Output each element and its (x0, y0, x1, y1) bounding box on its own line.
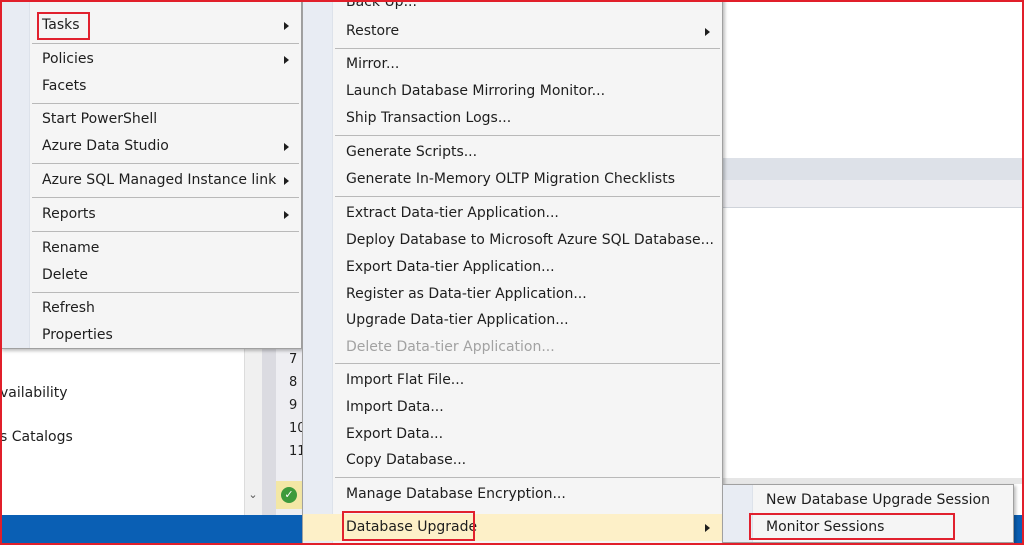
menu-item-label: Azure SQL Managed Instance link (42, 172, 277, 188)
menu-item-reports[interactable]: Reports (1, 201, 301, 228)
chevron-right-icon (705, 524, 710, 532)
context-menu: Tasks Policies Facets Start PowerShell A… (0, 0, 302, 349)
menu-item-restore[interactable]: Restore (303, 18, 722, 45)
menu-item-start-powershell[interactable]: Start PowerShell (1, 106, 301, 133)
chevron-right-icon (705, 28, 710, 36)
menu-item-label: Import Data... (346, 399, 444, 415)
toolbar-strip (722, 180, 1024, 208)
line-number: 7 (289, 352, 298, 367)
menu-item-policies[interactable]: Policies (1, 46, 301, 73)
explorer-item-availability[interactable]: vailability (0, 385, 68, 401)
menu-item-label: Register as Data-tier Application... (346, 286, 587, 302)
menu-item-label: Delete (42, 267, 88, 283)
menu-item-azure-sql-mi-link[interactable]: Azure SQL Managed Instance link (1, 167, 301, 194)
menu-item-label: Restore (346, 23, 400, 39)
menu-separator (32, 103, 299, 104)
menu-item-refresh[interactable]: Refresh (1, 295, 301, 322)
results-area (722, 0, 1024, 158)
menu-item-label: Export Data-tier Application... (346, 259, 555, 275)
chevron-down-icon[interactable]: ⌄ (246, 488, 260, 502)
menu-item-label: New Database Upgrade Session (766, 492, 990, 508)
menu-item-label: Import Flat File... (346, 372, 465, 388)
menu-item-label: Refresh (42, 300, 95, 316)
menu-item-label: Reports (42, 206, 96, 222)
editor-margin (262, 348, 276, 515)
menu-item-launch-mirroring-monitor[interactable]: Launch Database Mirroring Monitor... (303, 78, 722, 105)
menu-separator (335, 196, 720, 197)
menu-item-azure-data-studio[interactable]: Azure Data Studio (1, 133, 301, 160)
menu-item-delete[interactable]: Delete (1, 262, 301, 289)
chevron-right-icon (284, 22, 289, 30)
menu-separator (32, 292, 299, 293)
menu-separator (32, 231, 299, 232)
chevron-right-icon (284, 177, 289, 185)
menu-item-ship-transaction-logs[interactable]: Ship Transaction Logs... (303, 105, 722, 132)
menu-item-label: Rename (42, 240, 100, 256)
tab-strip (722, 158, 1024, 180)
menu-item-new-upgrade-session[interactable]: New Database Upgrade Session (723, 487, 1013, 514)
menu-item-export-data[interactable]: Export Data... (303, 421, 722, 448)
chevron-right-icon (284, 143, 289, 151)
menu-item-label: Extract Data-tier Application... (346, 205, 559, 221)
object-explorer[interactable]: vailability s Catalogs (0, 348, 262, 515)
highlight-box-tasks (37, 12, 90, 40)
check-icon: ✓ (281, 487, 297, 503)
menu-separator (32, 43, 299, 44)
menu-item-copy-database[interactable]: Copy Database... (303, 447, 722, 474)
menu-item-export-dac[interactable]: Export Data-tier Application... (303, 254, 722, 281)
menu-item-label: Generate In-Memory OLTP Migration Checkl… (346, 171, 675, 187)
menu-item-label: Export Data... (346, 426, 444, 442)
query-editor-pane[interactable] (722, 208, 1024, 478)
menu-item-label: Back Up... (346, 0, 417, 10)
menu-item-label: Facets (42, 78, 87, 94)
menu-item-label: Launch Database Mirroring Monitor... (346, 83, 606, 99)
menu-item-label: Delete Data-tier Application... (346, 339, 555, 355)
menu-item-manage-encryption[interactable]: Manage Database Encryption... (303, 481, 722, 508)
tasks-submenu: Back Up... Restore Mirror... Launch Data… (302, 0, 723, 545)
menu-separator (335, 48, 720, 49)
menu-item-label: Azure Data Studio (42, 138, 169, 154)
menu-item-label: Copy Database... (346, 452, 467, 468)
menu-item-label: Start PowerShell (42, 111, 158, 127)
menu-item-delete-dac: Delete Data-tier Application... (303, 334, 722, 361)
menu-item-back-up[interactable]: Back Up... (303, 0, 722, 16)
menu-separator (32, 163, 299, 164)
menu-item-deploy-to-azure[interactable]: Deploy Database to Microsoft Azure SQL D… (303, 227, 722, 254)
chevron-right-icon (284, 56, 289, 64)
menu-item-extract-dac[interactable]: Extract Data-tier Application... (303, 200, 722, 227)
menu-item-properties[interactable]: Properties (1, 322, 301, 349)
highlight-box-database-upgrade (342, 511, 475, 541)
menu-item-oltp-checklists[interactable]: Generate In-Memory OLTP Migration Checkl… (303, 166, 722, 193)
menu-item-label: Generate Scripts... (346, 144, 478, 160)
menu-item-generate-scripts[interactable]: Generate Scripts... (303, 139, 722, 166)
chevron-right-icon (284, 211, 289, 219)
menu-item-label: Policies (42, 51, 94, 67)
highlight-box-monitor-sessions (749, 513, 955, 540)
menu-item-register-dac[interactable]: Register as Data-tier Application... (303, 281, 722, 308)
menu-separator (335, 135, 720, 136)
menu-item-upgrade-dac[interactable]: Upgrade Data-tier Application... (303, 307, 722, 334)
menu-item-label: Ship Transaction Logs... (346, 110, 512, 126)
menu-separator (335, 477, 720, 478)
menu-item-label: Manage Database Encryption... (346, 486, 566, 502)
menu-item-label: Deploy Database to Microsoft Azure SQL D… (346, 232, 715, 248)
explorer-item-catalogs[interactable]: s Catalogs (0, 429, 73, 445)
menu-item-label: Mirror... (346, 56, 400, 72)
menu-item-rename[interactable]: Rename (1, 235, 301, 262)
line-number: 8 (289, 375, 298, 390)
menu-separator (32, 197, 299, 198)
menu-item-mirror[interactable]: Mirror... (303, 51, 722, 78)
menu-separator (335, 363, 720, 364)
menu-item-facets[interactable]: Facets (1, 73, 301, 100)
menu-item-import-flat-file[interactable]: Import Flat File... (303, 367, 722, 394)
menu-item-import-data[interactable]: Import Data... (303, 394, 722, 421)
line-number: 9 (289, 398, 298, 413)
menu-item-label: Properties (42, 327, 113, 343)
menu-item-label: Upgrade Data-tier Application... (346, 312, 569, 328)
